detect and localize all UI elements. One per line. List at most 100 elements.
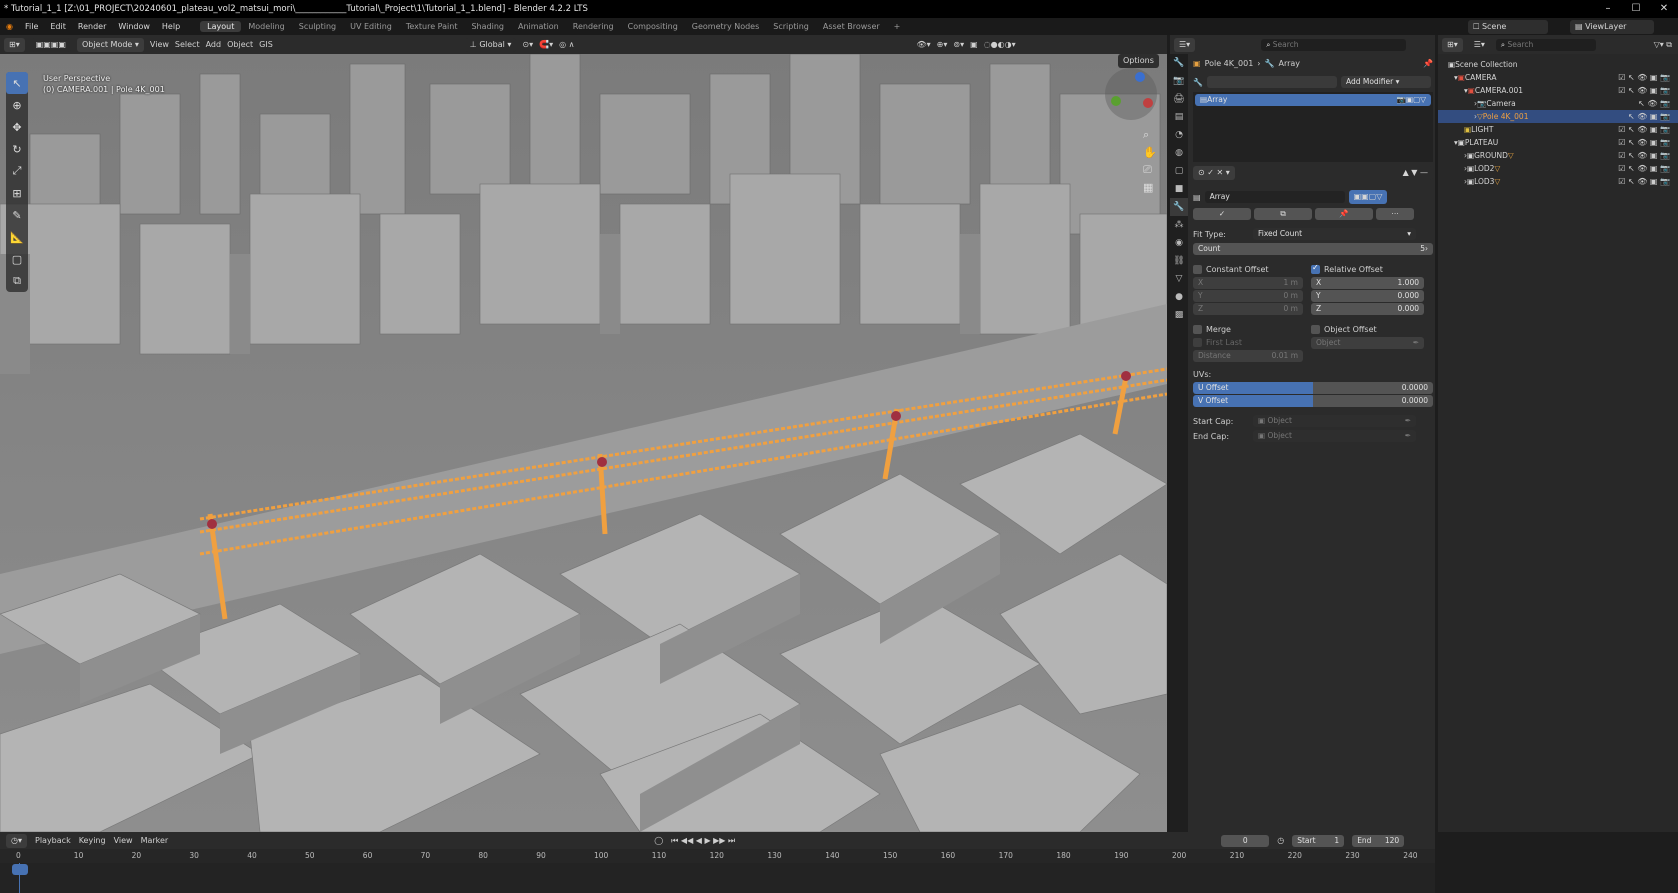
- offset-object-field[interactable]: Object ✒: [1311, 337, 1424, 349]
- merge-checkbox[interactable]: [1193, 325, 1202, 334]
- object-offset-checkbox[interactable]: [1311, 325, 1320, 334]
- annotate-tool-icon[interactable]: ✎: [6, 204, 28, 226]
- modifier-toggle-icons[interactable]: ▣▣▢▽: [1348, 190, 1388, 204]
- collection-tab-icon[interactable]: ▢: [1170, 162, 1188, 180]
- const-y-field[interactable]: Y 0 m: [1193, 290, 1303, 302]
- options-button[interactable]: Options: [1118, 54, 1159, 68]
- pin-icon[interactable]: 📌: [1423, 59, 1433, 68]
- tab-rendering[interactable]: Rendering: [566, 21, 621, 32]
- outliner-row-plateau[interactable]: ▾ ▣ PLATEAU ☑ ↖ 👁 ▣ 📷: [1438, 136, 1678, 149]
- transform-tool-icon[interactable]: ⊞: [6, 182, 28, 204]
- properties-editor-type[interactable]: ☰▾: [1174, 37, 1196, 52]
- menu-file[interactable]: File: [19, 22, 44, 31]
- row-toggle-icons[interactable]: ☑ ↖ 👁 ▣ 📷: [1618, 73, 1670, 82]
- menu-view[interactable]: View: [150, 40, 169, 49]
- start-cap-field[interactable]: ▣ Object ✒: [1253, 415, 1416, 427]
- modifier-visibility-icons[interactable]: 📷▣▢▽: [1397, 94, 1426, 106]
- apply-icon[interactable]: ✓: [1193, 208, 1251, 220]
- more-options-icon[interactable]: ⋯: [1376, 208, 1414, 220]
- frame-ruler[interactable]: 0 10 20 30 40 50 60 70 80 90 100 110 120 130 140 150 160…: [0, 849, 1435, 863]
- row-toggle-icons[interactable]: ☑ ↖ 👁 ▣ 📷: [1618, 151, 1670, 160]
- proportional-edit-icon[interactable]: ◎ ∧: [559, 40, 574, 49]
- marker-menu[interactable]: Marker: [141, 836, 169, 845]
- start-cap-eyedropper-icon[interactable]: ✒: [1405, 415, 1411, 427]
- menu-window[interactable]: Window: [112, 22, 156, 31]
- const-z-field[interactable]: Z 0 m: [1193, 303, 1303, 315]
- relative-offset-checkbox[interactable]: [1311, 263, 1320, 274]
- scale-tool-icon[interactable]: ⤢: [6, 160, 28, 182]
- tab-texture-paint[interactable]: Texture Paint: [399, 21, 465, 32]
- texture-tab-icon[interactable]: ▩: [1170, 306, 1188, 324]
- display-mode-icon[interactable]: ☰▾: [1468, 37, 1490, 52]
- end-frame-field[interactable]: End 120: [1352, 834, 1405, 847]
- view-layer-selector[interactable]: ▤ ViewLayer: [1570, 20, 1654, 34]
- row-toggle-icons[interactable]: ↖ 👁 ▣ 📷: [1628, 112, 1670, 121]
- outliner-row-camera[interactable]: ▾ ▣ CAMERA ☑ ↖ 👁 ▣ 📷: [1438, 71, 1678, 84]
- snap-icon[interactable]: 🧲▾: [539, 40, 553, 49]
- menu-select[interactable]: Select: [175, 40, 200, 49]
- tab-sculpting[interactable]: Sculpting: [292, 21, 343, 32]
- const-x-field[interactable]: X 1 m: [1193, 277, 1303, 289]
- row-toggle-icons[interactable]: ☑ ↖ 👁 ▣ 📷: [1618, 125, 1670, 134]
- timeline-editor-type[interactable]: ◷▾: [6, 833, 27, 848]
- add-modifier-button[interactable]: Add Modifier ▾: [1340, 76, 1431, 88]
- z-axis-icon[interactable]: [1135, 72, 1145, 82]
- y-axis-icon[interactable]: [1111, 96, 1121, 106]
- filter-icon[interactable]: ▽▾ ⧉: [1654, 40, 1672, 50]
- output-tab-icon[interactable]: 🖨: [1170, 90, 1188, 108]
- tab-scripting[interactable]: Scripting: [766, 21, 816, 32]
- scene-selector[interactable]: 🞎 Scene: [1468, 20, 1548, 34]
- add-workspace-icon[interactable]: +: [887, 21, 908, 32]
- shading-modes[interactable]: ◌●◐◑▾: [984, 40, 1016, 49]
- xray-icon[interactable]: ▣: [970, 40, 978, 49]
- navigation-gizmo[interactable]: [1105, 68, 1157, 120]
- pivot-icon[interactable]: ⊙▾: [522, 40, 533, 49]
- mode-dropdown[interactable]: Object Mode ▾: [76, 37, 144, 52]
- end-cap-field[interactable]: ▣ Object ✒: [1253, 430, 1416, 442]
- count-field[interactable]: Count 5 ›: [1193, 243, 1433, 255]
- rel-y-field[interactable]: Y 0.000: [1311, 290, 1424, 302]
- grid-view-icon[interactable]: ▦: [1143, 181, 1157, 194]
- select-tool-icon[interactable]: ↖: [6, 72, 28, 94]
- gis-menu[interactable]: GIS: [259, 40, 273, 49]
- eyedropper-icon[interactable]: ✒: [1413, 337, 1419, 349]
- object-tab-icon[interactable]: ■: [1170, 180, 1188, 198]
- v-offset-field[interactable]: V Offset 0.0000: [1193, 395, 1433, 407]
- particles-tab-icon[interactable]: ⁂: [1170, 216, 1188, 234]
- pin-to-last-icon[interactable]: 📌: [1315, 208, 1373, 220]
- tool-tab-icon[interactable]: 🔧: [1170, 54, 1188, 72]
- editor-type-button[interactable]: ⊞▾: [4, 37, 25, 52]
- select-mode-buttons[interactable]: ▣▣▣▣: [30, 37, 71, 52]
- timeline-view-menu[interactable]: View: [114, 836, 133, 845]
- menu-render[interactable]: Render: [72, 22, 112, 31]
- u-offset-field[interactable]: U Offset 0.0000: [1193, 382, 1433, 394]
- world-tab-icon[interactable]: ◍: [1170, 144, 1188, 162]
- close-icon[interactable]: ✕: [1650, 0, 1678, 18]
- measure-tool-icon[interactable]: 📐: [6, 226, 28, 248]
- outliner-row-ground[interactable]: › ▣ GROUND ▽ ☑ ↖ 👁 ▣ 📷: [1438, 149, 1678, 162]
- minimize-icon[interactable]: –: [1594, 0, 1622, 18]
- view-layer-tab-icon[interactable]: ▤: [1170, 108, 1188, 126]
- camera-view-icon[interactable]: ⎚: [1143, 163, 1157, 177]
- start-frame-field[interactable]: Start 1: [1292, 834, 1345, 847]
- overlay-icon[interactable]: ⊚▾: [953, 40, 964, 49]
- tab-geometry-nodes[interactable]: Geometry Nodes: [685, 21, 766, 32]
- modifier-name-field[interactable]: Array: [1204, 191, 1345, 203]
- tab-modeling[interactable]: Modeling: [241, 21, 291, 32]
- outliner-row-pole[interactable]: › ▽ Pole 4K_001 ↖ 👁 ▣ 📷: [1438, 110, 1678, 123]
- rel-x-field[interactable]: X 1.000: [1311, 277, 1424, 289]
- current-frame-field[interactable]: 0: [1221, 834, 1270, 847]
- outliner-row-camera-001[interactable]: ▾ ▣ CAMERA.001 ☑ ↖ 👁 ▣ 📷: [1438, 84, 1678, 97]
- zoom-icon[interactable]: ⌕: [1143, 128, 1157, 142]
- scene-tab-icon[interactable]: ◔: [1170, 126, 1188, 144]
- tab-animation[interactable]: Animation: [511, 21, 566, 32]
- move-tool-icon[interactable]: ✥: [6, 116, 28, 138]
- outliner-row-lod3[interactable]: › ▣ LOD3 ▽ ☑ ↖ 👁 ▣ 📷: [1438, 175, 1678, 188]
- x-axis-icon[interactable]: [1143, 98, 1153, 108]
- add-cube-tool-icon[interactable]: ▢: [6, 248, 28, 270]
- properties-search[interactable]: ⌕ Search: [1261, 38, 1407, 51]
- material-tab-icon[interactable]: ●: [1170, 288, 1188, 306]
- outliner-row-lod2[interactable]: › ▣ LOD2 ▽ ☑ ↖ 👁 ▣ 📷: [1438, 162, 1678, 175]
- data-tab-icon[interactable]: ▽: [1170, 270, 1188, 288]
- orientation-dropdown[interactable]: ⊥ Global ▾: [464, 37, 517, 52]
